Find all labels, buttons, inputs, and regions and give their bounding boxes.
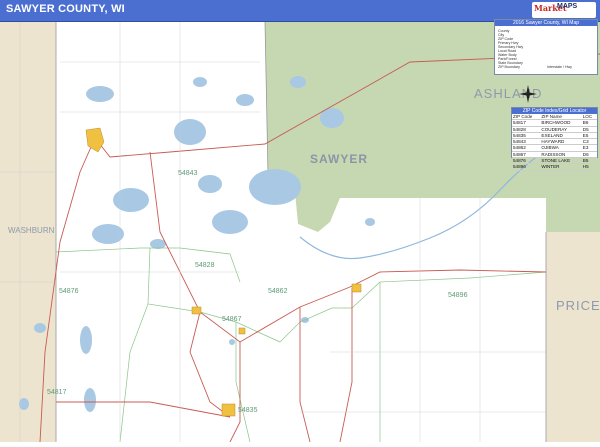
table-row: 54843 HAYWARD C3 [512,138,597,146]
label-price: PRICE [556,298,600,313]
zip-label: 54867 [222,316,242,323]
cell: H5 [581,163,597,171]
zip-label: 54828 [195,262,215,269]
brand-logo: Market MAPS [532,2,596,18]
zip-index-table: ZIP Code Index/Grid Locator ZIP Code ZIP… [511,107,598,171]
zip-label: 54843 [178,170,198,177]
label-sawyer: SAWYER [310,152,369,166]
zip-label: 54896 [448,292,468,299]
map-legend: 2016 Sawyer County, WI Map County City Z… [494,19,598,75]
table-row: 54828 COUDERAY D5 [512,126,597,133]
zip-label: 54835 [238,407,258,414]
zip-label: 54862 [268,288,288,295]
table-row: 54862 OJIBWA E3 [512,144,597,152]
zip-label: 54876 [59,288,79,295]
map-canvas [0,21,600,443]
legend-title: 2016 Sawyer County, WI Map [495,20,597,26]
table-row: 54876 STONE LAKE B5 [512,157,597,165]
label-washburn: WASHBURN [8,226,55,235]
zip-label: 54817 [47,389,67,396]
map-page: SAWYER COUNTY, WI Market MAPS SAWYER ASH… [0,0,600,443]
compass-icon [519,85,537,103]
cell: WINTER [540,163,582,171]
table-row: 54817 BIRCHWOOD B6 [512,119,597,127]
map-title: SAWYER COUNTY, WI [6,3,125,15]
legend-row: ZIP Boundary [498,65,520,69]
legend-row: Interstate / Hwy [547,65,572,69]
brand-line2: MAPS [557,3,578,10]
table-header-row: ZIP Code ZIP Name LOC [512,114,597,121]
cell: 54896 [512,163,541,171]
table-row: 54896 WINTER H5 [512,163,597,171]
table-row: 54867 RADISSON D6 [512,151,597,159]
table-row: 54835 EXELAND E5 [512,132,597,140]
county-map[interactable]: SAWYER ASHLAND WASHBURN PRICE 54843 5482… [0,21,600,443]
